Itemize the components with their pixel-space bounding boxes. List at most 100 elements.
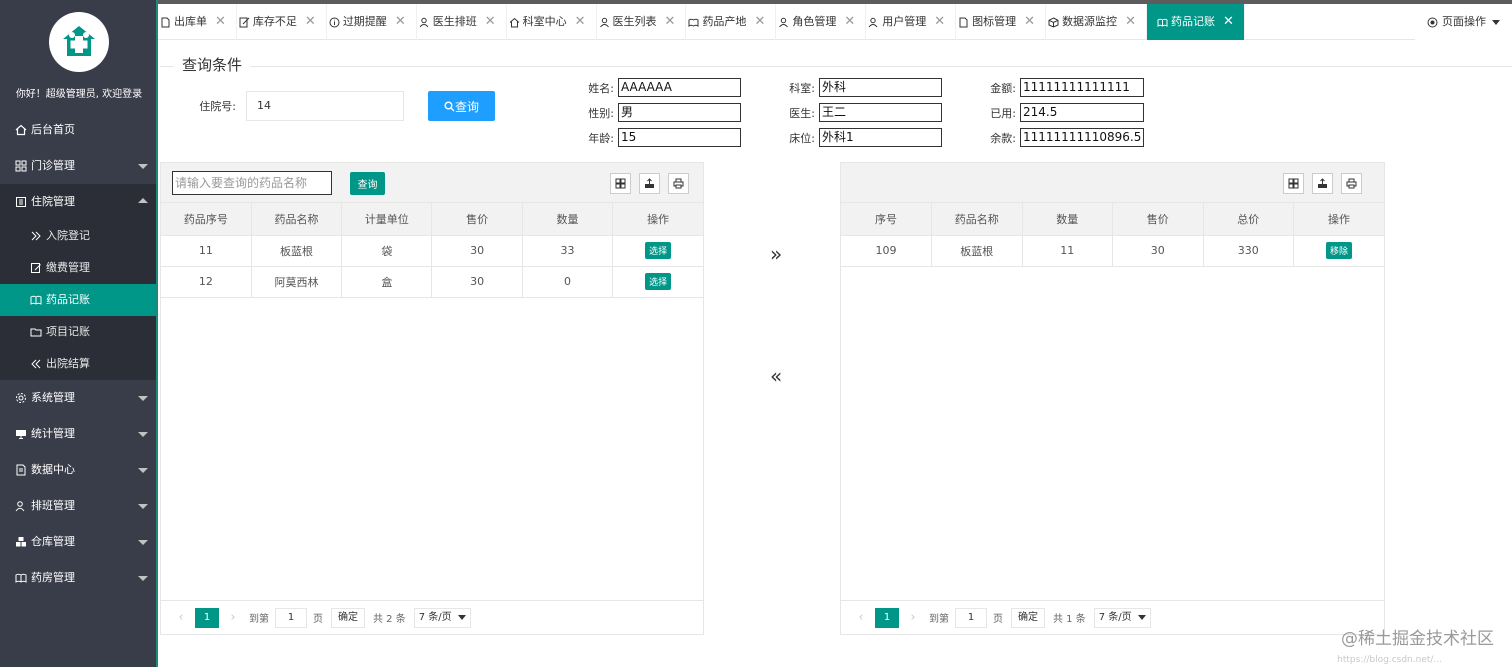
- grid-icon: [15, 160, 27, 172]
- nav-outpatient[interactable]: 门诊管理: [0, 148, 158, 184]
- print-icon[interactable]: [668, 173, 689, 194]
- page-op-label: 页面操作: [1442, 15, 1486, 28]
- current-page[interactable]: 1: [875, 607, 899, 628]
- tab-outbound[interactable]: 出库单 ✕: [158, 4, 237, 40]
- tab-drug-billing[interactable]: 药品记账 ✕: [1146, 4, 1245, 40]
- close-icon[interactable]: ✕: [575, 4, 586, 40]
- total-count: 共 2 条: [373, 614, 406, 625]
- tab-datasource[interactable]: 数据源监控 ✕: [1046, 4, 1147, 40]
- tab-label: 数据源监控: [1062, 15, 1118, 28]
- cell-qty: 11: [1022, 235, 1113, 267]
- nav-pharmacy[interactable]: 药房管理: [0, 560, 158, 596]
- nav-system[interactable]: 系统管理: [0, 380, 158, 416]
- page-input[interactable]: 1: [275, 607, 307, 628]
- cell-id: 12: [161, 266, 252, 298]
- drug-search-input[interactable]: 请输入要查询的药品名称: [172, 171, 332, 195]
- tab-drug-origin[interactable]: 药品产地 ✕: [686, 4, 777, 40]
- tab-icons[interactable]: 图标管理 ✕: [956, 4, 1047, 40]
- close-icon[interactable]: ✕: [305, 4, 316, 40]
- remove-button[interactable]: 移除: [1325, 242, 1352, 259]
- move-left-icon[interactable]: «: [770, 364, 782, 388]
- page-size-value: 7 条/页: [418, 611, 452, 623]
- table-row: 11 板蓝根 袋 30 33 选择: [161, 235, 703, 267]
- confirm-page-button[interactable]: 确定: [331, 607, 365, 628]
- select-button[interactable]: 选择: [645, 273, 672, 290]
- info-icon: [329, 17, 340, 27]
- prev-page-icon[interactable]: ‹: [171, 610, 191, 625]
- cell-price: 30: [1112, 235, 1204, 267]
- tab-department[interactable]: 科室中心 ✕: [507, 4, 597, 40]
- prev-page-icon[interactable]: ‹: [851, 610, 871, 625]
- amount-field[interactable]: 11111111111111: [1020, 78, 1144, 97]
- close-icon[interactable]: ✕: [844, 4, 855, 40]
- gender-field[interactable]: 男: [618, 103, 741, 122]
- tab-users[interactable]: 用户管理 ✕: [866, 4, 957, 40]
- sub-label: 药品记账: [46, 293, 90, 306]
- tab-expiry[interactable]: 过期提醒 ✕: [327, 4, 417, 40]
- tab-label: 库存不足: [252, 15, 297, 28]
- move-right-icon[interactable]: »: [770, 242, 782, 266]
- folder-icon: [30, 328, 42, 337]
- close-icon[interactable]: ✕: [1125, 4, 1136, 40]
- age-field[interactable]: 15: [618, 128, 741, 147]
- close-icon[interactable]: ✕: [485, 4, 496, 40]
- hospital-no-input[interactable]: 14: [246, 91, 404, 121]
- nav-home[interactable]: 后台首页: [0, 112, 158, 148]
- gender-label: 性别:: [588, 107, 614, 120]
- chevron-left-double-icon: [31, 359, 41, 369]
- cell-name: 板蓝根: [931, 235, 1023, 267]
- columns-icon[interactable]: [610, 173, 631, 194]
- doctor-field[interactable]: 王二: [819, 103, 942, 122]
- export-icon[interactable]: [639, 173, 660, 194]
- nav-schedule[interactable]: 排班管理: [0, 488, 158, 524]
- sub-admission[interactable]: 入院登记: [0, 220, 158, 252]
- tab-low-stock[interactable]: 库存不足 ✕: [237, 4, 327, 40]
- used-field[interactable]: 214.5: [1020, 103, 1144, 122]
- bed-label: 床位:: [789, 132, 815, 145]
- page-input[interactable]: 1: [955, 607, 987, 628]
- print-icon[interactable]: [1341, 173, 1362, 194]
- cell-unit: 袋: [341, 235, 433, 267]
- close-icon[interactable]: ✕: [934, 4, 945, 40]
- sub-drug-billing[interactable]: 药品记账: [0, 284, 158, 316]
- tab-label: 过期提醒: [342, 15, 387, 28]
- nav-label: 系统管理: [31, 391, 75, 404]
- sub-item-billing[interactable]: 项目记账: [0, 316, 158, 348]
- tab-doctor-list[interactable]: 医生列表 ✕: [597, 4, 687, 40]
- dept-field[interactable]: 外科: [819, 78, 942, 97]
- close-icon[interactable]: ✕: [665, 4, 676, 40]
- export-icon[interactable]: [1312, 173, 1333, 194]
- book-icon: [15, 573, 27, 583]
- sub-discharge[interactable]: 出院结算: [0, 348, 158, 380]
- nav-statistics[interactable]: 统计管理: [0, 416, 158, 452]
- nav-warehouse[interactable]: 仓库管理: [0, 524, 158, 560]
- chevron-down-icon: [138, 396, 148, 401]
- close-icon[interactable]: ✕: [1024, 4, 1035, 40]
- query-button[interactable]: 查询: [428, 91, 495, 121]
- close-icon[interactable]: ✕: [395, 4, 406, 40]
- next-page-icon[interactable]: ›: [903, 610, 923, 625]
- name-field[interactable]: AAAAAA: [618, 78, 741, 97]
- page-operations-menu[interactable]: 页面操作: [1415, 4, 1512, 40]
- cube-icon: [1048, 16, 1059, 28]
- balance-field[interactable]: 11111111110896.5: [1020, 128, 1144, 147]
- close-icon[interactable]: ✕: [1223, 4, 1234, 40]
- next-page-icon[interactable]: ›: [223, 610, 243, 625]
- page-size-select[interactable]: 7 条/页: [413, 607, 471, 628]
- current-page[interactable]: 1: [195, 607, 219, 628]
- columns-icon[interactable]: [1283, 173, 1304, 194]
- close-icon[interactable]: ✕: [215, 4, 226, 40]
- tab-roles[interactable]: 角色管理 ✕: [776, 4, 867, 40]
- bed-field[interactable]: 外科1: [819, 128, 942, 147]
- select-button[interactable]: 选择: [645, 242, 672, 259]
- drug-search-button[interactable]: 查询: [350, 172, 385, 195]
- fieldset-border: [160, 66, 1512, 67]
- sub-payment[interactable]: 缴费管理: [0, 252, 158, 284]
- close-icon[interactable]: ✕: [754, 4, 765, 40]
- boxes-icon: [16, 537, 26, 547]
- confirm-page-button[interactable]: 确定: [1011, 607, 1045, 628]
- tab-doctor-schedule[interactable]: 医生排班 ✕: [417, 4, 507, 40]
- nav-inpatient[interactable]: 住院管理: [0, 184, 158, 220]
- nav-data-center[interactable]: 数据中心: [0, 452, 158, 488]
- page-size-select[interactable]: 7 条/页: [1093, 607, 1151, 628]
